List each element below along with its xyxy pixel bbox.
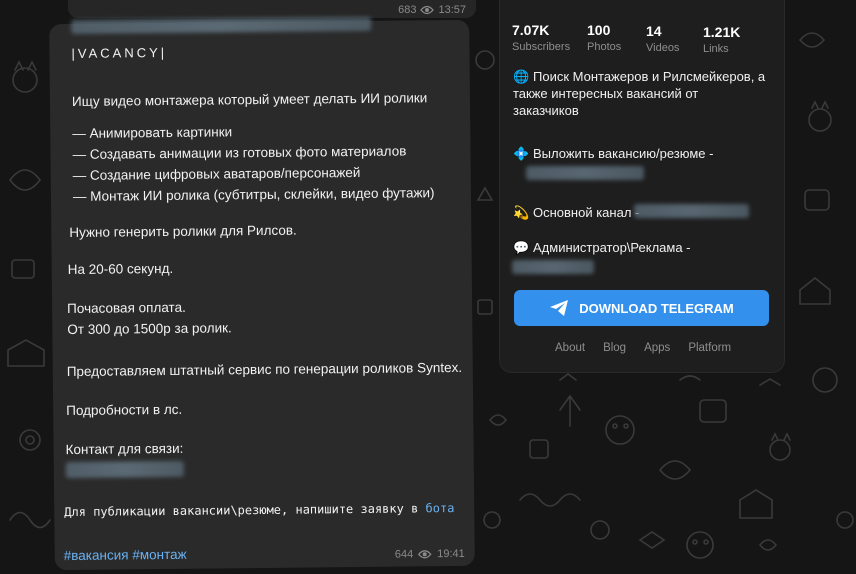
message-time: 19:41: [437, 547, 465, 561]
dizzy-icon: 💫: [513, 205, 530, 220]
stat-links[interactable]: 1.21K Links: [703, 24, 740, 55]
admin-label: Администратор\Реклама -: [533, 240, 691, 255]
download-label: DOWNLOAD TELEGRAM: [579, 300, 734, 316]
service-line: Предоставляем штатный сервис по генераци…: [66, 359, 463, 380]
bot-link[interactable]: бота: [425, 501, 454, 515]
stat-label: Subscribers: [512, 41, 571, 53]
globe-icon: 🌐: [513, 69, 530, 84]
stat-label: Links: [703, 43, 729, 55]
previous-message-meta: 683 13:57: [398, 4, 466, 16]
footer-link-blog[interactable]: Blog: [603, 342, 626, 354]
previous-message-time: 13:57: [438, 4, 466, 16]
post-vacancy-line: 💠 Выложить вакансию/резюме -: [513, 145, 713, 162]
stat-photos[interactable]: 100 Photos: [587, 22, 621, 53]
publish-line: Для публикации вакансии\резюме, напишите…: [64, 501, 454, 519]
blurred-admin-link[interactable]: [512, 260, 594, 274]
task-item: — Создавать анимации из готовых фото мат…: [72, 143, 407, 162]
task-item: — Анимировать картинки: [72, 124, 233, 141]
stat-subscribers[interactable]: 7.07K Subscribers: [512, 22, 570, 53]
pay-range-line: От 300 до 1500р за ролик.: [67, 320, 232, 338]
stat-value: 1.21K: [703, 24, 741, 40]
description-line: Поиск Монтажеров и Рилсмейкеров, а: [533, 69, 766, 84]
channel-description: 🌐 Поиск Монтажеров и Рилсмейкеров, а такж…: [513, 68, 765, 119]
publish-text: Для публикации вакансии\резюме, напишите…: [64, 501, 419, 520]
vacancy-message: |VACANCY| Ищу видео монтажера который ум…: [49, 16, 475, 571]
task-item: — Монтаж ИИ ролика (субтитры, склейки, в…: [72, 185, 435, 204]
footer-link-platform[interactable]: Platform: [688, 342, 731, 354]
reels-line: Нужно генерить ролики для Рилсов.: [69, 222, 297, 241]
stat-label: Photos: [587, 41, 622, 53]
hashtags: #вакансия #монтаж: [64, 547, 187, 563]
duration-line: На 20-60 секунд.: [67, 260, 174, 278]
description-line: также интересных вакансий от: [513, 86, 699, 101]
blurred-sender-name: [71, 16, 372, 34]
hashtag-vacancy[interactable]: #вакансия: [64, 547, 129, 563]
details-line: Подробности в лс.: [66, 401, 183, 419]
download-telegram-button[interactable]: DOWNLOAD TELEGRAM: [514, 290, 769, 326]
blurred-contact-link[interactable]: [65, 460, 184, 479]
previous-message: 683 13:57: [68, 0, 476, 18]
main-channel-label: Основной канал -: [533, 205, 640, 220]
stat-label: Videos: [646, 42, 680, 54]
eye-icon: [418, 550, 433, 559]
telegram-plane-icon: [550, 300, 569, 316]
hashtag-montage[interactable]: #монтаж: [132, 547, 186, 563]
post-vacancy-label: Выложить вакансию/резюме -: [533, 146, 714, 161]
stat-value: 14: [646, 23, 662, 39]
vacancy-intro: Ищу видео монтажера который умеет делать…: [71, 90, 428, 109]
channel-info-panel: 7.07K Subscribers 100 Photos 14 Videos 1…: [500, 0, 784, 372]
footer-link-about[interactable]: About: [555, 342, 585, 354]
diamond-icon: 💠: [513, 146, 530, 161]
message-views: 644: [394, 548, 414, 561]
blurred-post-link[interactable]: [526, 166, 644, 180]
blurred-main-channel-link[interactable]: [634, 204, 749, 218]
previous-message-views: 683: [398, 4, 417, 16]
footer-link-apps[interactable]: Apps: [644, 342, 670, 354]
admin-line: 💬 Администратор\Реклама -: [513, 239, 691, 256]
vacancy-tag: |VACANCY|: [71, 44, 168, 61]
contact-label: Контакт для связи:: [65, 440, 184, 458]
pay-line: Почасовая оплата.: [67, 299, 186, 317]
eye-icon: [420, 5, 435, 15]
main-channel-line: 💫 Основной канал -: [513, 204, 639, 221]
stat-value: 7.07K: [512, 22, 550, 38]
description-line: заказчиков: [513, 103, 579, 118]
footer-links: About Blog Apps Platform: [555, 342, 731, 354]
speech-bubble-icon: 💬: [513, 240, 530, 255]
task-item: — Создание цифровых аватаров/персонажей: [72, 164, 361, 183]
message-meta: 644 19:41: [395, 548, 465, 561]
stat-value: 100: [587, 22, 611, 38]
stat-videos[interactable]: 14 Videos: [646, 23, 679, 54]
